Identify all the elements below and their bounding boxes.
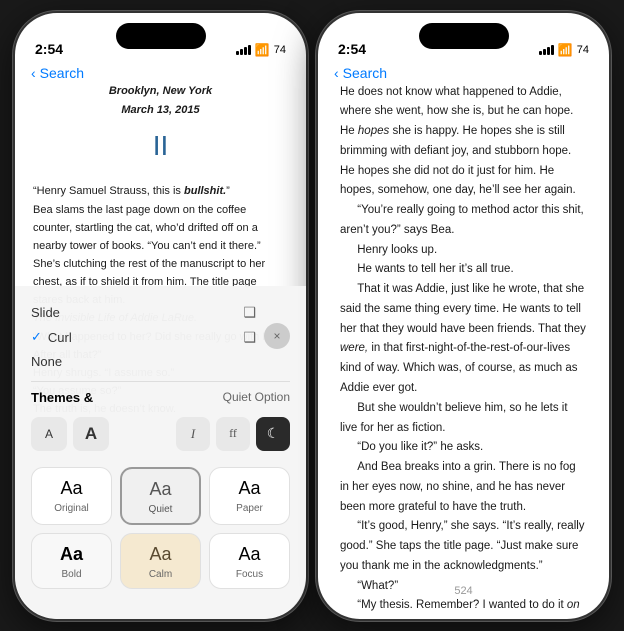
themes-title: Themes & (31, 390, 93, 405)
none-label: None (31, 354, 62, 369)
wifi-icon-right: 📶 (558, 43, 573, 57)
quiet-option-label: Quiet Option (223, 390, 290, 404)
right-phone: 2:54 📶 74 ‹ Search He does n (316, 11, 611, 621)
italic-icon: I (191, 426, 195, 442)
slide-option[interactable]: Slide ❑ (31, 300, 256, 325)
font-large-button[interactable]: A (73, 417, 109, 451)
curl-checkmark: ✓ (31, 329, 42, 345)
dynamic-island (116, 23, 206, 49)
back-chevron-left: ‹ (31, 65, 36, 81)
font-size-group: A A (31, 417, 109, 451)
reader-para-6: “Do you like it?” he asks. (340, 438, 587, 458)
theme-paper-sample: Aa (238, 478, 260, 499)
slide-icon: ❑ (243, 304, 256, 321)
serif-icon: ff (229, 426, 237, 441)
device-container: 2:54 📶 74 ‹ Search Brooklyn, (5, 3, 619, 629)
back-label-right: Search (343, 65, 387, 81)
theme-calm-sample: Aa (149, 544, 171, 565)
close-button[interactable]: × (264, 323, 290, 349)
book-location: Brooklyn, New York (33, 83, 288, 101)
dynamic-island-right (419, 23, 509, 49)
page-number: 524 (454, 585, 472, 597)
font-italic-button[interactable]: I (176, 417, 210, 451)
signal-icon (236, 45, 251, 55)
theme-quiet-sample: Aa (149, 479, 171, 500)
font-small-button[interactable]: A (31, 417, 67, 451)
theme-quiet-label: Quiet (149, 504, 173, 515)
theme-paper[interactable]: Aa Paper (209, 467, 290, 525)
theme-bold[interactable]: Aa Bold (31, 533, 112, 589)
reader-para-4: That it was Addie, just like he wrote, t… (340, 280, 587, 399)
battery-icon: 74 (274, 44, 286, 56)
signal-icon-right (539, 45, 554, 55)
back-button-left[interactable]: ‹ Search (31, 65, 84, 81)
theme-calm[interactable]: Aa Calm (120, 533, 201, 589)
battery-icon-right: 74 (577, 44, 589, 56)
divider-1 (31, 381, 290, 382)
theme-quiet[interactable]: Aa Quiet (120, 467, 201, 525)
bottom-panel: Slide ❑ ✓ Curl ❑ None × (15, 286, 306, 619)
book-date: March 13, 2015 (33, 102, 288, 120)
themes-header: Themes & Quiet Option (31, 390, 290, 405)
close-icon: × (273, 329, 280, 343)
status-icons-right: 📶 74 (539, 43, 589, 57)
theme-bold-sample: Aa (60, 544, 83, 565)
theme-paper-label: Paper (236, 503, 263, 514)
night-mode-button[interactable]: ☾ (256, 417, 290, 451)
back-button-right[interactable]: ‹ Search (334, 65, 387, 81)
reader-para-0: He does not know what happened to Addie,… (340, 83, 587, 202)
scroll-options-row: Slide ❑ ✓ Curl ❑ None × (31, 300, 290, 373)
font-serif-button[interactable]: ff (216, 417, 250, 451)
reader-para-3: He wants to tell her it’s all true. (340, 260, 587, 280)
theme-original[interactable]: Aa Original (31, 467, 112, 525)
reader-para-1: “You’re really going to method actor thi… (340, 201, 587, 241)
wifi-icon: 📶 (255, 43, 270, 57)
time-left: 2:54 (35, 41, 63, 57)
theme-original-sample: Aa (60, 478, 82, 499)
back-chevron-right: ‹ (334, 65, 339, 81)
left-phone: 2:54 📶 74 ‹ Search Brooklyn, (13, 11, 308, 621)
reader-text: He does not know what happened to Addie,… (340, 83, 587, 619)
font-style-group: I ff ☾ (176, 417, 290, 451)
reader-content: He does not know what happened to Addie,… (318, 13, 609, 619)
reader-para-8: “It’s good, Henry,” she says. “It’s real… (340, 517, 587, 576)
slide-label: Slide (31, 305, 243, 320)
theme-focus-label: Focus (236, 569, 263, 580)
book-header: Brooklyn, New York March 13, 2015 II (33, 83, 288, 169)
scroll-options: Slide ❑ ✓ Curl ❑ None (31, 300, 256, 373)
book-para-0: “Henry Samuel Strauss, this is bullshit.… (33, 182, 288, 200)
status-icons-left: 📶 74 (236, 43, 286, 57)
reader-para-2: Henry looks up. (340, 241, 587, 261)
theme-calm-label: Calm (149, 569, 172, 580)
theme-grid: Aa Original Aa Quiet Aa Paper Aa Bold (31, 467, 290, 589)
time-right: 2:54 (338, 41, 366, 57)
font-controls: A A I ff ☾ (31, 411, 290, 457)
theme-focus-sample: Aa (238, 544, 260, 565)
theme-original-label: Original (54, 503, 88, 514)
theme-bold-label: Bold (61, 569, 81, 580)
chapter-number: II (33, 124, 288, 169)
curl-option[interactable]: ✓ Curl ❑ (31, 325, 256, 350)
moon-icon: ☾ (267, 425, 280, 442)
back-label-left: Search (40, 65, 84, 81)
reader-para-5: But she wouldn’t believe him, so he lets… (340, 399, 587, 439)
theme-focus[interactable]: Aa Focus (209, 533, 290, 589)
curl-label: Curl (48, 330, 244, 345)
reader-para-10: “My thesis. Remember? I wanted to do it … (340, 596, 587, 618)
reader-para-7: And Bea breaks into a grin. There is no … (340, 458, 587, 517)
curl-icon: ❑ (243, 329, 256, 346)
none-option[interactable]: None (31, 350, 256, 373)
